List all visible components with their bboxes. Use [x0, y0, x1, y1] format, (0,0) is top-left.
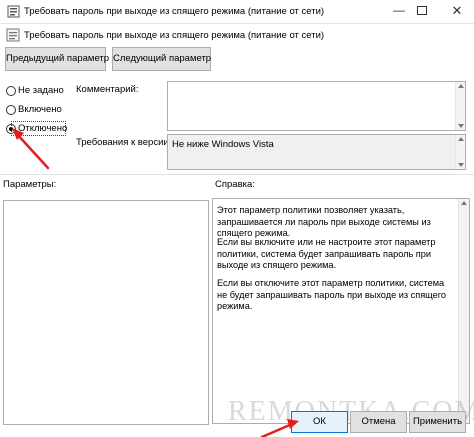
scroll-up-icon[interactable] — [461, 201, 467, 205]
radio-label: Не задано — [18, 85, 64, 96]
radio-enabled[interactable]: Включено — [6, 103, 76, 117]
comment-scrollbar[interactable] — [455, 82, 465, 130]
radio-not-configured[interactable]: Не задано — [6, 84, 76, 98]
scroll-down-icon[interactable] — [458, 124, 464, 128]
version-scrollbar[interactable] — [455, 135, 465, 169]
ok-button[interactable]: ОК — [291, 411, 348, 433]
scroll-up-icon[interactable] — [458, 137, 464, 141]
focus-rectangle — [11, 121, 66, 136]
help-scrollbar[interactable] — [458, 199, 469, 423]
scroll-down-icon[interactable] — [458, 163, 464, 167]
window-titlebar: Требовать пароль при выходе из спящего р… — [0, 0, 474, 24]
apply-button[interactable]: Применить — [409, 411, 466, 433]
help-paragraph: Если вы включите или не настроите этот п… — [217, 237, 436, 270]
params-panel — [3, 200, 209, 425]
comment-label: Комментарий: — [76, 84, 139, 95]
minimize-button[interactable]: — — [388, 2, 410, 20]
next-setting-button[interactable]: Следующий параметр — [112, 47, 211, 71]
previous-setting-button[interactable]: Предыдущий параметр — [5, 47, 109, 71]
version-value: Не ниже Windows Vista — [172, 139, 274, 150]
help-panel: Этот параметр политики позволяет указать… — [212, 198, 470, 424]
window-title: Требовать пароль при выходе из спящего р… — [24, 6, 325, 17]
radio-circle[interactable] — [6, 86, 16, 96]
help-paragraph: Этот параметр политики позволяет указать… — [217, 205, 431, 238]
scroll-up-icon[interactable] — [458, 84, 464, 88]
policy-subtitle: Требовать пароль при выходе из спящего р… — [24, 30, 325, 41]
radio-label: Включено — [18, 104, 62, 115]
maximize-button[interactable] — [417, 6, 427, 15]
help-label: Справка: — [215, 179, 255, 190]
version-field: Не ниже Windows Vista — [167, 134, 466, 170]
version-label: Требования к версии: — [76, 137, 172, 148]
comment-textarea[interactable] — [167, 81, 466, 131]
params-label: Параметры: — [3, 179, 57, 190]
section-divider — [0, 174, 474, 175]
help-paragraph: Если вы отключите этот параметр политики… — [217, 278, 447, 311]
close-button[interactable]: ✕ — [446, 2, 468, 20]
cancel-button[interactable]: Отмена — [350, 411, 407, 433]
policy-app-icon — [7, 5, 20, 18]
radio-circle[interactable] — [6, 105, 16, 115]
policy-setting-icon — [6, 28, 20, 42]
